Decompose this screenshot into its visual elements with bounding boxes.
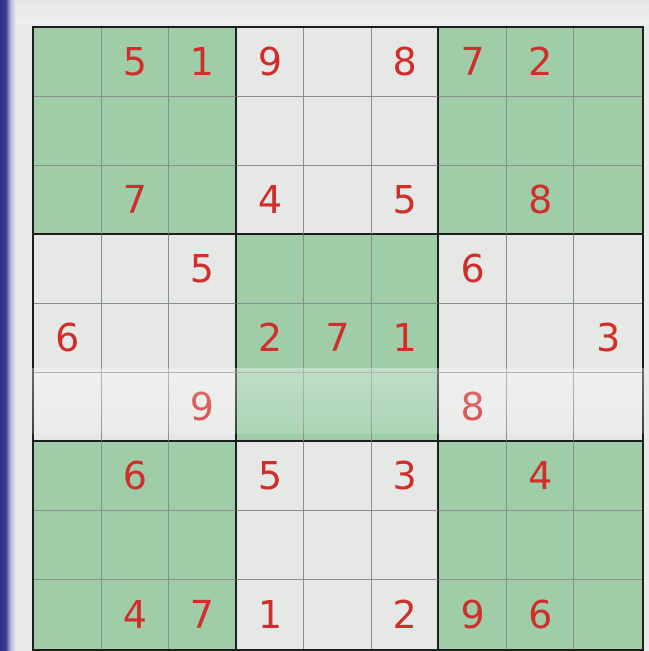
sudoku-cell-r3c6[interactable]: 5 [371,166,440,235]
sudoku-cell-r1c5[interactable] [304,28,372,97]
sudoku-cell-r1c7[interactable]: 7 [439,28,507,97]
sudoku-cell-r6c3[interactable]: 9 [169,373,237,442]
sudoku-cell-r8c6[interactable] [371,511,440,580]
sudoku-cell-r6c9[interactable] [574,373,642,442]
sudoku-cell-r7c2[interactable]: 6 [101,442,170,511]
sudoku-cell-r8c5[interactable] [304,511,372,580]
sudoku-cell-r5c8[interactable] [506,304,575,373]
sudoku-cell-r1c6[interactable]: 8 [371,28,440,97]
sudoku-cell-r5c3[interactable] [169,304,237,373]
sudoku-cell-r6c5[interactable] [304,373,372,442]
sudoku-cell-r8c3[interactable] [169,511,237,580]
sudoku-cell-r9c6[interactable]: 2 [371,580,440,649]
sudoku-cell-r5c9[interactable]: 3 [574,304,642,373]
sudoku-cell-r5c1[interactable]: 6 [34,304,102,373]
sudoku-cell-r9c7[interactable]: 9 [439,580,507,649]
sudoku-cell-r2c3[interactable] [169,97,237,166]
sudoku-cell-r2c4[interactable] [236,97,305,166]
sudoku-cell-r9c5[interactable] [304,580,372,649]
sudoku-cell-r8c7[interactable] [439,511,507,580]
sudoku-cell-r6c8[interactable] [506,373,575,442]
sudoku-cell-r4c9[interactable] [574,235,642,304]
sudoku-cell-r3c3[interactable] [169,166,237,235]
sudoku-cell-r6c7[interactable]: 8 [439,373,507,442]
sudoku-cell-r8c2[interactable] [101,511,170,580]
sudoku-cell-r4c8[interactable] [506,235,575,304]
sudoku-cell-r2c1[interactable] [34,97,102,166]
sudoku-cell-r5c5[interactable]: 7 [304,304,372,373]
sudoku-cell-r4c4[interactable] [236,235,305,304]
sudoku-cell-r9c4[interactable]: 1 [236,580,305,649]
sudoku-cell-r6c6[interactable] [371,373,440,442]
paper-edge [0,0,16,651]
sudoku-cell-r9c3[interactable]: 7 [169,580,237,649]
sudoku-cell-r5c7[interactable] [439,304,507,373]
sudoku-cell-r4c3[interactable]: 5 [169,235,237,304]
sudoku-cell-r2c5[interactable] [304,97,372,166]
sudoku-cell-r8c1[interactable] [34,511,102,580]
sudoku-cell-r6c1[interactable] [34,373,102,442]
sudoku-cell-r4c2[interactable] [101,235,170,304]
sudoku-cell-r3c4[interactable]: 4 [236,166,305,235]
sudoku-cell-r1c4[interactable]: 9 [236,28,305,97]
sudoku-cell-r1c9[interactable] [574,28,642,97]
paper-top-margin [16,0,649,24]
sudoku-cell-r2c9[interactable] [574,97,642,166]
sudoku-cell-r3c8[interactable]: 8 [506,166,575,235]
sudoku-board: 51987274585662713986534471296 [32,26,644,651]
sudoku-cell-r3c2[interactable]: 7 [101,166,170,235]
sudoku-cell-r9c1[interactable] [34,580,102,649]
sudoku-cell-r9c2[interactable]: 4 [101,580,170,649]
sudoku-cell-r7c9[interactable] [574,442,642,511]
sudoku-cell-r7c5[interactable] [304,442,372,511]
sudoku-cell-r1c8[interactable]: 2 [506,28,575,97]
sudoku-cell-r3c5[interactable] [304,166,372,235]
sudoku-cell-r2c8[interactable] [506,97,575,166]
sudoku-cell-r4c1[interactable] [34,235,102,304]
sudoku-cell-r8c8[interactable] [506,511,575,580]
sudoku-cell-r7c3[interactable] [169,442,237,511]
sudoku-cell-r3c7[interactable] [439,166,507,235]
sudoku-cell-r3c9[interactable] [574,166,642,235]
sudoku-cell-r1c2[interactable]: 5 [101,28,170,97]
sudoku-cell-r1c3[interactable]: 1 [169,28,237,97]
sudoku-cell-r3c1[interactable] [34,166,102,235]
sudoku-cell-r2c6[interactable] [371,97,440,166]
sudoku-cell-r8c9[interactable] [574,511,642,580]
sudoku-cell-r5c2[interactable] [101,304,170,373]
sudoku-cell-r7c1[interactable] [34,442,102,511]
sudoku-cell-r8c4[interactable] [236,511,305,580]
sudoku-cell-r4c6[interactable] [371,235,440,304]
sudoku-cell-r5c4[interactable]: 2 [236,304,305,373]
sudoku-cell-r2c7[interactable] [439,97,507,166]
sudoku-cell-r2c2[interactable] [101,97,170,166]
sudoku-cell-r7c6[interactable]: 3 [371,442,440,511]
sudoku-cell-r4c5[interactable] [304,235,372,304]
sudoku-cell-r7c7[interactable] [439,442,507,511]
sudoku-cell-r7c4[interactable]: 5 [236,442,305,511]
sudoku-cell-r9c8[interactable]: 6 [506,580,575,649]
sudoku-cell-r7c8[interactable]: 4 [506,442,575,511]
sudoku-cell-r1c1[interactable] [34,28,102,97]
sudoku-cell-r4c7[interactable]: 6 [439,235,507,304]
sudoku-cell-r6c2[interactable] [101,373,170,442]
sudoku-cell-r6c4[interactable] [236,373,305,442]
sudoku-cell-r5c6[interactable]: 1 [371,304,440,373]
sudoku-cell-r9c9[interactable] [574,580,642,649]
